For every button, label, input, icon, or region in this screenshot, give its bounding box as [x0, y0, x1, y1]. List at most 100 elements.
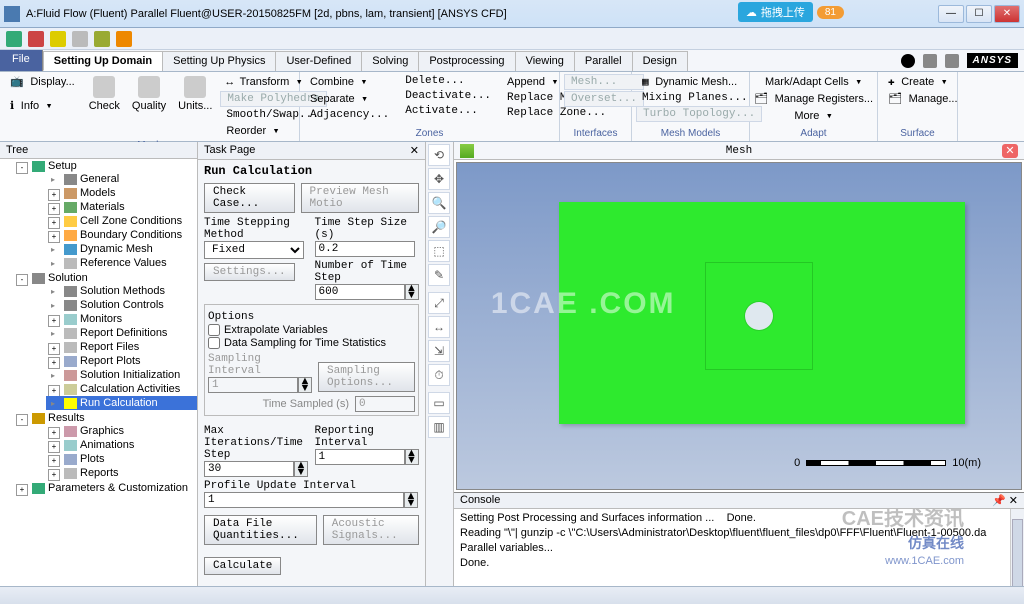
maxit-input[interactable] — [204, 461, 294, 477]
adjacency-button[interactable]: Adjacency... — [304, 108, 395, 122]
console-scrollbar[interactable] — [1010, 509, 1024, 586]
tree-graphics[interactable]: Graphics — [46, 424, 197, 438]
nts-label: Number of Time Step — [315, 260, 420, 284]
upload-button[interactable]: ☁ 拖拽上传 — [738, 2, 813, 22]
box-zoom-icon[interactable]: ⬚ — [428, 240, 450, 262]
tree-sol-methods[interactable]: Solution Methods — [46, 284, 197, 298]
tab-user-defined[interactable]: User-Defined — [275, 51, 362, 71]
calculate-button[interactable]: Calculate — [204, 557, 281, 575]
tree-params[interactable]: Parameters & Customization — [14, 481, 197, 495]
axis-icon[interactable]: ⇲ — [428, 340, 450, 362]
quality-button[interactable]: Quality — [128, 74, 170, 139]
more-button[interactable]: More ▾ — [788, 108, 838, 124]
tree-report-files[interactable]: Report Files — [46, 340, 197, 354]
units-button[interactable]: Units... — [174, 74, 216, 139]
tree-results[interactable]: Results Graphics Animations Plots Report… — [14, 411, 197, 481]
qat-icon-5[interactable] — [94, 31, 110, 47]
tree-report-plots[interactable]: Report Plots — [46, 354, 197, 368]
tree-animations[interactable]: Animations — [46, 438, 197, 452]
close-button[interactable]: ✕ — [994, 5, 1020, 23]
tss-input[interactable] — [315, 241, 415, 257]
tree-panel: Tree Setup General Models Materials Cell… — [0, 142, 198, 586]
tab-postprocessing[interactable]: Postprocessing — [418, 51, 515, 71]
qat-icon-1[interactable] — [6, 31, 22, 47]
maximize-button[interactable]: ☐ — [966, 5, 992, 23]
tree-solution[interactable]: Solution Solution Methods Solution Contr… — [14, 271, 197, 411]
mesh-viewport[interactable]: 1CAE .COM 0 10(m) — [456, 162, 1022, 490]
minimize-button[interactable]: — — [938, 5, 964, 23]
qat-icon-3[interactable] — [50, 31, 66, 47]
dynamic-mesh-button[interactable]: ▦ Dynamic Mesh... — [636, 74, 762, 90]
display-button[interactable]: 📺 Display... — [4, 74, 81, 90]
rotate-icon[interactable]: ⟲ — [428, 144, 450, 166]
mark-cells-button[interactable]: Mark/Adapt Cells ▾ — [759, 74, 868, 90]
create-button[interactable]: ✚ Create ▾ — [882, 74, 964, 90]
separate-button[interactable]: Separate ▾ — [304, 91, 395, 107]
layout2-icon[interactable]: ▥ — [428, 416, 450, 438]
manage-button[interactable]: 🗂 Manage... — [882, 91, 964, 107]
timer-icon[interactable]: ⏱ — [428, 364, 450, 386]
tree-monitors[interactable]: Monitors — [46, 312, 197, 326]
check-case-button[interactable]: Check Case... — [204, 183, 295, 213]
extrapolate-check[interactable] — [208, 324, 220, 336]
layout-icon[interactable] — [945, 54, 959, 68]
nts-input[interactable] — [315, 284, 405, 300]
tsm-select[interactable]: Fixed — [204, 241, 304, 259]
console-close-icon[interactable]: ✕ — [1009, 495, 1018, 507]
tree-report-def[interactable]: Report Definitions — [46, 326, 197, 340]
dfq-button[interactable]: Data File Quantities... — [204, 515, 317, 545]
probe-icon[interactable]: ✎ — [428, 264, 450, 286]
zoom-out-icon[interactable]: 🔎 — [428, 216, 450, 238]
help-icon[interactable] — [923, 54, 937, 68]
qat-icon-6[interactable] — [116, 31, 132, 47]
tab-solving[interactable]: Solving — [361, 51, 419, 71]
tab-setting-physics[interactable]: Setting Up Physics — [162, 51, 276, 71]
profile-input[interactable] — [204, 492, 404, 508]
check-button[interactable]: Check — [85, 74, 124, 139]
repint-spin[interactable]: ▲▼ — [405, 449, 419, 465]
nts-spin[interactable]: ▲▼ — [405, 284, 419, 300]
mixing-planes-button[interactable]: Mixing Planes... — [636, 91, 762, 105]
tree-sol-init[interactable]: Solution Initialization — [46, 368, 197, 382]
tree-cell-zone[interactable]: Cell Zone Conditions — [46, 214, 197, 228]
tree-reference[interactable]: Reference Values — [46, 256, 197, 270]
tss-label: Time Step Size (s) — [315, 217, 420, 241]
tree-general[interactable]: General — [46, 172, 197, 186]
tree-sol-controls[interactable]: Solution Controls — [46, 298, 197, 312]
datasampling-check[interactable] — [208, 337, 220, 349]
tree-boundary[interactable]: Boundary Conditions — [46, 228, 197, 242]
tree-plots[interactable]: Plots — [46, 452, 197, 466]
tree-reports[interactable]: Reports — [46, 466, 197, 480]
task-close-icon[interactable]: ✕ — [410, 144, 419, 157]
tab-viewing[interactable]: Viewing — [515, 51, 575, 71]
viewport-close-icon[interactable]: ✕ — [1002, 144, 1018, 158]
maxit-spin[interactable]: ▲▼ — [294, 461, 308, 477]
tree-setup[interactable]: Setup General Models Materials Cell Zone… — [14, 159, 197, 271]
console-pin-icon[interactable]: 📌 — [992, 495, 1006, 507]
zoom-in-icon[interactable]: 🔍 — [428, 192, 450, 214]
pan-icon[interactable]: ✥ — [428, 168, 450, 190]
tree-calc-act[interactable]: Calculation Activities — [46, 382, 197, 396]
expand-icon[interactable] — [901, 54, 915, 68]
layout1-icon[interactable]: ▭ — [428, 392, 450, 414]
info-button[interactable]: ℹ Info ▾ — [4, 98, 81, 114]
tree-dynamic-mesh[interactable]: Dynamic Mesh — [46, 242, 197, 256]
tree-materials[interactable]: Materials — [46, 200, 197, 214]
deactivate-button[interactable]: Deactivate... — [399, 89, 497, 103]
combine-button[interactable]: Combine ▾ — [304, 74, 395, 90]
profile-spin[interactable]: ▲▼ — [404, 492, 418, 508]
tab-setting-domain[interactable]: Setting Up Domain — [43, 51, 163, 71]
file-menu[interactable]: File — [0, 50, 43, 71]
measure-icon[interactable]: ↔ — [428, 316, 450, 338]
tab-design[interactable]: Design — [632, 51, 688, 71]
manage-reg-button[interactable]: 🗂 Manage Registers... — [748, 91, 879, 107]
repint-input[interactable] — [315, 449, 405, 465]
tab-parallel[interactable]: Parallel — [574, 51, 633, 71]
tree-models[interactable]: Models — [46, 186, 197, 200]
qat-icon-2[interactable] — [28, 31, 44, 47]
delete-button[interactable]: Delete... — [399, 74, 497, 88]
activate-button[interactable]: Activate... — [399, 104, 497, 118]
tree-run-calc[interactable]: Run Calculation — [46, 396, 197, 410]
fit-icon[interactable]: ⤢ — [428, 292, 450, 314]
qat-icon-4[interactable] — [72, 31, 88, 47]
